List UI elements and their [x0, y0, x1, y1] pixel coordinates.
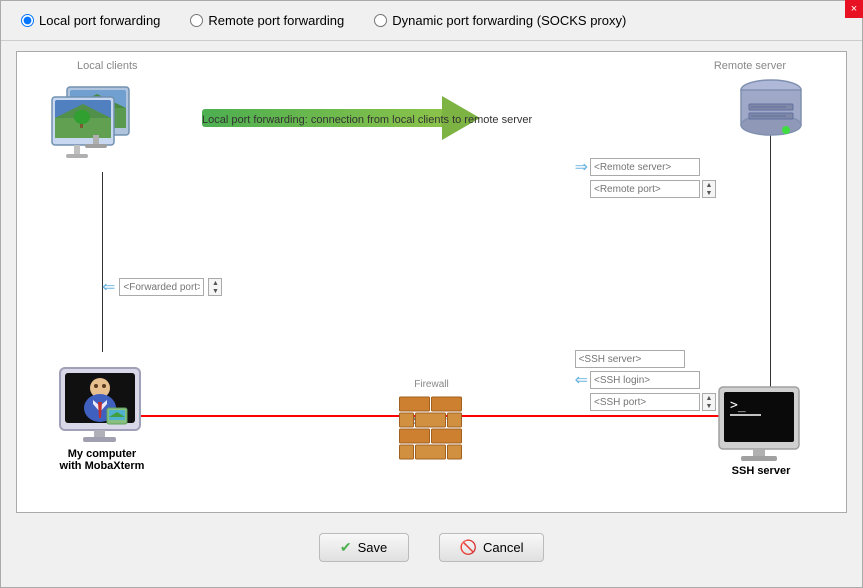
arrow-description: Local port forwarding: connection from l…: [202, 114, 532, 126]
ssh-login-input[interactable]: [590, 371, 700, 389]
ssh-input-group: ⇐ ⇐ ▲ ▼: [575, 350, 716, 412]
ssh-port-row: ⇐ ▲ ▼: [575, 392, 716, 412]
remote-port-down[interactable]: ▼: [703, 189, 715, 197]
ssh-server-input[interactable]: [575, 350, 685, 368]
remote-port-up[interactable]: ▲: [703, 181, 715, 189]
remote-port-spinner[interactable]: ▲ ▼: [702, 180, 716, 198]
remote-port-row: ⇒ ▲ ▼: [575, 179, 716, 199]
main-window: × Local port forwarding Remote port forw…: [0, 0, 863, 588]
remote-port-input[interactable]: [590, 180, 700, 198]
save-button[interactable]: ✔ Save: [319, 533, 409, 562]
radio-remote[interactable]: Remote port forwarding: [190, 13, 344, 28]
firewall-svg: [394, 392, 469, 467]
radio-bar: Local port forwarding Remote port forwar…: [1, 1, 862, 41]
ssh-arrow-icon: ⇐: [575, 370, 588, 390]
forwarded-port-spinner[interactable]: ▲ ▼: [208, 278, 222, 296]
my-computer-svg: [55, 366, 150, 446]
remote-input-group: ⇒ ⇒ ▲ ▼: [575, 157, 716, 199]
forwarded-port-input[interactable]: [119, 278, 204, 296]
close-button[interactable]: ×: [845, 0, 863, 18]
remote-server-icon: [731, 72, 811, 162]
firewall-label: Firewall: [414, 379, 448, 390]
remote-server-arrow-icon: ⇒: [575, 157, 588, 177]
ssh-server-svg: >_: [716, 385, 806, 463]
vertical-line-left: [102, 172, 103, 352]
radio-local[interactable]: Local port forwarding: [21, 13, 160, 28]
cancel-label: Cancel: [483, 540, 523, 555]
ssh-port-up[interactable]: ▲: [703, 394, 715, 402]
label-local-clients: Local clients: [77, 60, 138, 72]
diagram-box: Local clients Remote server Local port f…: [16, 51, 847, 513]
save-check-icon: ✔: [340, 539, 352, 556]
forwarded-port-down[interactable]: ▼: [209, 287, 221, 295]
firewall-icon: Firewall: [394, 379, 469, 467]
ssh-port-input[interactable]: [590, 393, 700, 411]
label-remote-server: Remote server: [714, 60, 786, 72]
ssh-login-row: ⇐: [575, 370, 716, 390]
remote-server-row: ⇒: [575, 157, 700, 177]
forwarded-port-up[interactable]: ▲: [209, 279, 221, 287]
button-bar: ✔ Save 🚫 Cancel: [16, 523, 847, 577]
radio-dynamic[interactable]: Dynamic port forwarding (SOCKS proxy): [374, 13, 626, 28]
ssh-server-icon: >_ SSH server: [706, 385, 816, 477]
local-clients-svg: [47, 82, 147, 167]
ssh-server-label: SSH server: [732, 465, 791, 477]
remote-server-input[interactable]: [590, 158, 700, 176]
main-area: Local clients Remote server Local port f…: [1, 41, 862, 587]
my-computer-label: My computerwith MobaXterm: [60, 448, 145, 472]
ssh-port-down[interactable]: ▼: [703, 402, 715, 410]
cancel-icon: 🚫: [460, 539, 477, 556]
forwarded-port-arrow-icon: ⇐: [102, 277, 115, 297]
svg-text:>_: >_: [730, 398, 746, 413]
ssh-server-row: [575, 350, 716, 368]
save-label: Save: [358, 540, 388, 555]
my-computer-icon: My computerwith MobaXterm: [47, 366, 157, 472]
local-clients-icon: [47, 82, 147, 172]
ssh-port-spinner[interactable]: ▲ ▼: [702, 393, 716, 411]
remote-server-svg: [731, 72, 811, 147]
cancel-button[interactable]: 🚫 Cancel: [439, 533, 545, 562]
forwarded-port-group: ⇐ ▲ ▼: [102, 277, 222, 297]
